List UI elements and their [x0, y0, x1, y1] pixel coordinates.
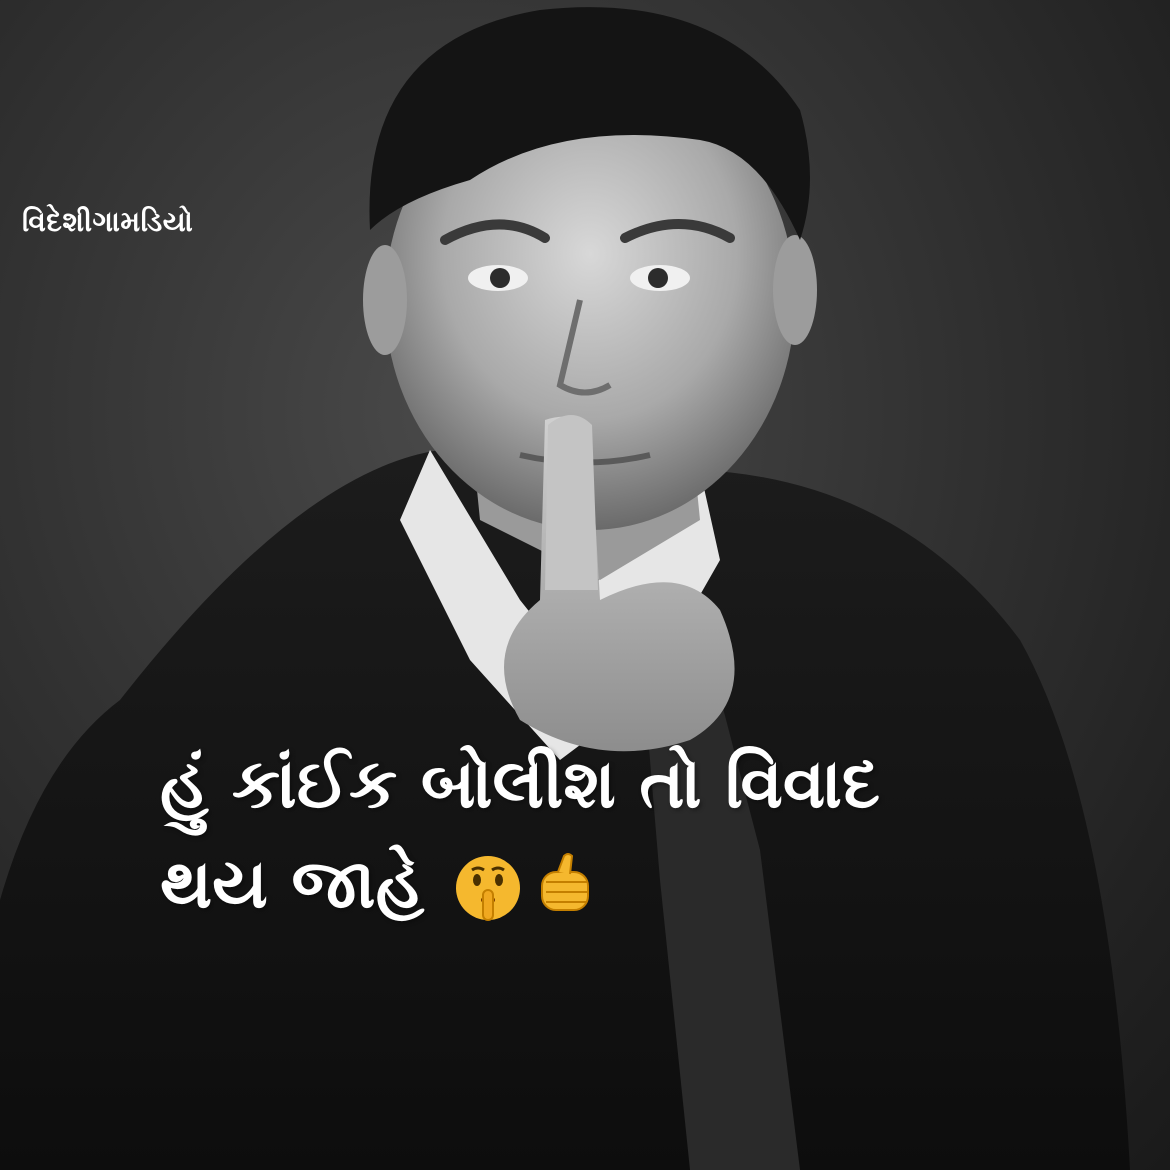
pointing-fist-icon — [540, 853, 589, 912]
caption-line-1: હું કાંઈક બોલીશ તો વિવાદ — [160, 745, 880, 824]
post-image: વિદેશીગામડિયો હું કાંઈક બોલીશ તો વિવાદ થ… — [0, 0, 1170, 1170]
account-watermark: વિદેશીગામડિયો — [22, 205, 194, 238]
portrait-photo — [0, 7, 1130, 1170]
quote-caption: હું કાંઈક બોલીશ તો વિવાદ થય જાહે — [160, 735, 1120, 935]
index-finger — [545, 415, 598, 590]
shushing-face-icon — [455, 856, 520, 922]
caption-line-2: થય જાહે — [160, 845, 424, 924]
caption-line-2-wrap: થય જાહે — [160, 835, 1120, 935]
